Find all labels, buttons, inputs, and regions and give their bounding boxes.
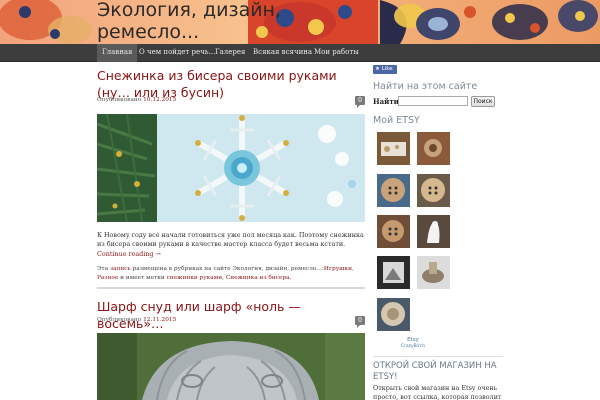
- etsy-item-thumbnail[interactable]: [377, 174, 410, 207]
- post-separator: [97, 287, 365, 289]
- like-label: Like: [381, 66, 393, 72]
- tag-link[interactable]: снежинки руками: [167, 275, 223, 281]
- footer-text: .: [289, 274, 292, 281]
- etsy-item-thumbnail[interactable]: [417, 132, 450, 165]
- nav-item-home[interactable]: Главная: [97, 44, 138, 62]
- post-title[interactable]: Снежинка из бисера своими руками (ну… ил…: [97, 67, 369, 101]
- nav-item-misc[interactable]: Всякая всячина: [248, 44, 317, 62]
- post-date[interactable]: 10.12.2015: [143, 97, 176, 103]
- continue-reading-link[interactable]: Continue reading →: [97, 250, 161, 258]
- footer-text: размещена в рубриках на сайте Экология, …: [132, 266, 324, 272]
- published-label: Опубликовано: [97, 317, 142, 323]
- comment-count-badge[interactable]: 0: [355, 96, 365, 108]
- footer-text: ,: [222, 274, 224, 281]
- entry-link[interactable]: запись: [110, 266, 131, 272]
- category-link[interactable]: Игрушки: [324, 266, 352, 272]
- etsy-item-thumbnail[interactable]: [417, 256, 450, 289]
- site-header: Экология, дизайн, ремесло...: [0, 0, 600, 44]
- published-label: Опубликовано: [97, 97, 142, 103]
- post-image-snood[interactable]: [97, 333, 365, 400]
- post-image-snowflake[interactable]: [97, 114, 365, 222]
- open-shop-heading: ОТКРОЙ СВОЙ МАГАЗИН НА ETSY!: [373, 361, 497, 382]
- category-link[interactable]: Разное: [97, 275, 118, 281]
- search-input[interactable]: [398, 96, 468, 106]
- post-date[interactable]: 12.11.2015: [143, 317, 176, 323]
- etsy-item-thumbnail[interactable]: [417, 215, 450, 248]
- footer-text: ,: [352, 266, 354, 272]
- sidebar-separator: [373, 356, 503, 357]
- etsy-credit[interactable]: Etsy CrazyBirch: [398, 337, 428, 350]
- etsy-item-thumbnail[interactable]: [377, 298, 410, 331]
- facebook-like-button[interactable]: ★ Like: [373, 65, 397, 74]
- tag-link[interactable]: Снежинка из бисера: [226, 275, 290, 281]
- open-shop-text: Открыть свой магазин на Etsy очень прост…: [373, 384, 502, 400]
- etsy-widget-heading: Мой ETSY: [373, 115, 420, 126]
- etsy-item-thumbnail[interactable]: [377, 215, 410, 248]
- post-meta: Опубликовано 12.11.2015: [97, 317, 176, 323]
- nav-item-my-works[interactable]: Мои работы: [309, 44, 364, 62]
- site-title[interactable]: Экология, дизайн, ремесло...: [97, 0, 337, 43]
- comment-count-badge[interactable]: 0: [355, 316, 365, 328]
- beaded-snowflake-photo: [97, 114, 365, 222]
- search-button[interactable]: Поиск: [471, 96, 495, 107]
- knitted-snood-photo: [97, 333, 365, 400]
- post-footer-meta: Эта запись размещена в рубриках на сайте…: [97, 265, 365, 282]
- etsy-credit-label[interactable]: Etsy: [398, 337, 428, 344]
- search-widget-heading: Найти на этом сайте: [373, 81, 478, 92]
- etsy-item-thumbnail[interactable]: [377, 256, 410, 289]
- nav-item-about[interactable]: О чем пойдет речь...: [134, 44, 220, 62]
- main-nav: Главная О чем пойдет речь... Галерея Вся…: [0, 44, 600, 62]
- thumbs-up-icon: ★: [375, 66, 380, 72]
- etsy-item-thumbnail[interactable]: [417, 174, 450, 207]
- post-excerpt: К Новому году все начали готовиться уже …: [97, 231, 364, 248]
- etsy-shop-name[interactable]: CrazyBirch: [398, 344, 428, 350]
- nav-item-gallery[interactable]: Галерея: [210, 44, 250, 62]
- etsy-item-thumbnail[interactable]: [377, 132, 410, 165]
- post-meta: Опубликовано 10.12.2015: [97, 97, 176, 103]
- post-title[interactable]: Шарф снуд или шарф «ноль — восемь»…: [97, 298, 369, 332]
- footer-text: Эта: [97, 266, 109, 272]
- footer-text: и имеет метки: [120, 274, 165, 281]
